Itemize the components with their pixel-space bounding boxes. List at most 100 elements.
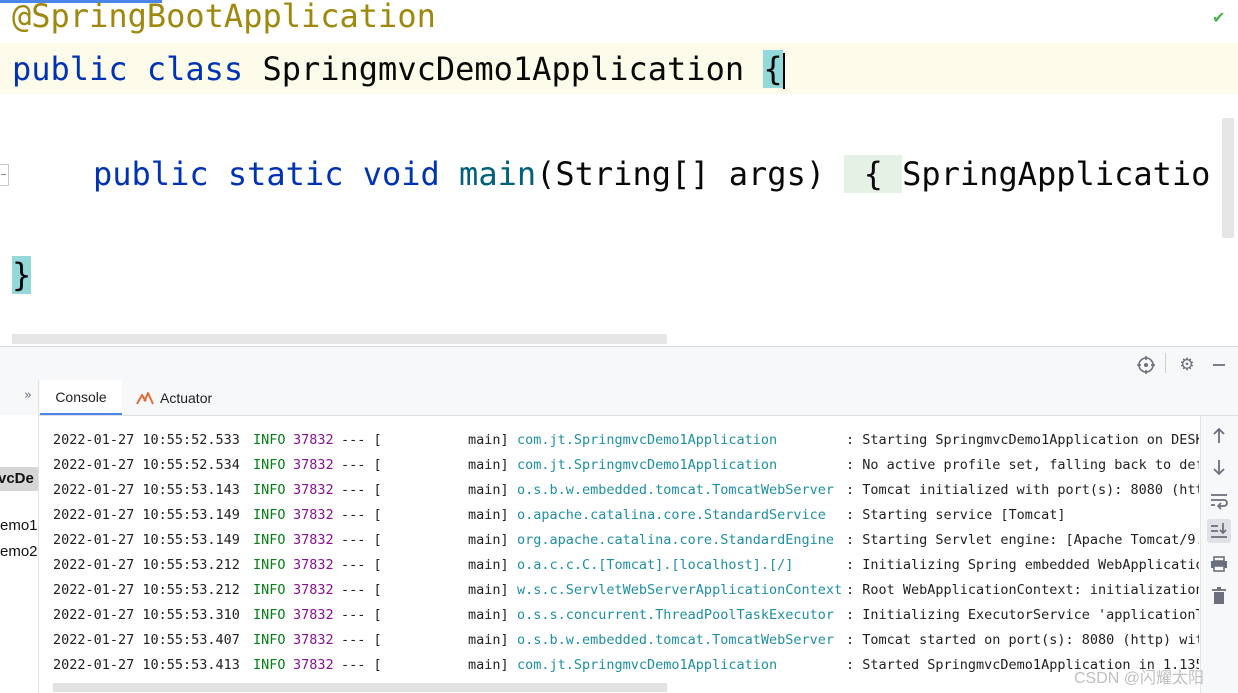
log-pid: 37832: [293, 557, 334, 573]
console-horizontal-scrollbar[interactable]: [53, 683, 667, 692]
log-thread: main]: [468, 432, 509, 448]
log-logger: o.s.b.w.embedded.tomcat.TomcatWebServer: [517, 482, 834, 498]
console-output[interactable]: 2022-01-27 10:55:52.533 INFO 37832 --- [ mai…: [39, 416, 1199, 693]
method-body-preview: SpringApplicatio: [902, 155, 1211, 193]
log-level: INFO: [253, 532, 286, 548]
expand-chevron-icon[interactable]: »: [24, 388, 38, 403]
tree-item-demo2[interactable]: emo2: [0, 543, 38, 560]
log-pid: 37832: [293, 457, 334, 473]
tree-item-selected[interactable]: vcDe: [0, 467, 38, 491]
log-separator: --- [: [341, 507, 382, 523]
log-pid: 37832: [293, 532, 334, 548]
locate-icon[interactable]: [1136, 355, 1156, 375]
down-arrow-icon[interactable]: [1207, 455, 1231, 479]
log-message: : Root WebApplicationContext: initializa…: [846, 582, 1199, 598]
open-brace: {: [763, 50, 783, 88]
method-name: main: [459, 155, 537, 193]
log-pid: 37832: [293, 632, 334, 648]
log-separator: --- [: [341, 632, 382, 648]
log-pid: 37832: [293, 657, 334, 673]
log-level: INFO: [253, 582, 286, 598]
main-method-line: public static void main(String[] args) {…: [93, 154, 1210, 194]
log-timestamp: 2022-01-27 10:55:53.212: [53, 582, 240, 598]
print-icon[interactable]: [1207, 552, 1231, 576]
log-level: INFO: [253, 557, 286, 573]
log-logger: w.s.c.ServletWebServerApplicationContext: [517, 582, 843, 598]
log-separator: --- [: [341, 557, 382, 573]
log-separator: --- [: [341, 607, 382, 623]
log-timestamp: 2022-01-27 10:55:53.310: [53, 607, 240, 623]
log-message: : Tomcat started on port(s): 8080 (http)…: [846, 632, 1199, 648]
log-timestamp: 2022-01-27 10:55:53.407: [53, 632, 240, 648]
tab-actuator-label: Actuator: [160, 389, 213, 406]
annotation-line: @SpringBootApplication: [12, 0, 436, 35]
log-message: : No active profile set, falling back to…: [846, 457, 1199, 473]
keyword-public: public: [12, 50, 128, 88]
log-thread: main]: [468, 507, 509, 523]
log-level: INFO: [253, 657, 286, 673]
fold-toggle-icon[interactable]: [0, 164, 9, 186]
log-timestamp: 2022-01-27 10:55:53.212: [53, 557, 240, 573]
run-toolwindow-header: ⚙: [0, 346, 1238, 381]
log-timestamp: 2022-01-27 10:55:52.533: [53, 432, 240, 448]
tab-console[interactable]: Console: [40, 380, 122, 415]
log-thread: main]: [468, 632, 509, 648]
class-name: SpringmvcDemo1Application: [262, 50, 745, 88]
log-pid: 37832: [293, 607, 334, 623]
log-separator: --- [: [341, 532, 382, 548]
scroll-to-end-icon[interactable]: [1207, 519, 1231, 543]
soft-wrap-icon[interactable]: [1207, 488, 1231, 512]
check-icon[interactable]: ✔: [1212, 10, 1228, 26]
keyword-class: class: [146, 50, 244, 88]
tree-item-demo1[interactable]: emo1: [0, 517, 38, 534]
log-thread: main]: [468, 457, 509, 473]
run-tabs: » Console Actuator: [0, 380, 1238, 416]
gear-icon[interactable]: ⚙: [1177, 355, 1197, 375]
keyword-static: static: [227, 155, 344, 193]
log-thread: main]: [468, 657, 509, 673]
log-message: : Starting service [Tomcat]: [846, 507, 1066, 523]
close-brace-line: }: [12, 255, 32, 295]
log-message: : Tomcat initialized with port(s): 8080 …: [846, 482, 1199, 498]
log-level: INFO: [253, 507, 286, 523]
log-level: INFO: [253, 432, 286, 448]
header-divider: [1165, 353, 1166, 373]
code-editor[interactable]: @SpringBootApplication public class Spri…: [0, 0, 1238, 346]
log-logger: o.s.s.concurrent.ThreadPoolTaskExecutor: [517, 607, 834, 623]
log-level: INFO: [253, 632, 286, 648]
log-message: : Initializing Spring embedded WebApplic…: [846, 557, 1199, 573]
editor-horizontal-scrollbar[interactable]: [12, 334, 667, 344]
log-pid: 37832: [293, 482, 334, 498]
log-thread: main]: [468, 557, 509, 573]
log-message: : Starting SpringmvcDemo1Application on …: [846, 432, 1199, 448]
log-separator: --- [: [341, 582, 382, 598]
log-timestamp: 2022-01-27 10:55:52.534: [53, 457, 240, 473]
method-params: (String[] args): [536, 155, 826, 193]
trash-icon[interactable]: [1207, 584, 1231, 608]
actuator-icon: [136, 391, 154, 404]
tab-actuator[interactable]: Actuator: [136, 380, 212, 415]
log-logger: com.jt.SpringmvcDemo1Application: [517, 457, 778, 473]
log-thread: main]: [468, 582, 509, 598]
keyword-public: public: [93, 155, 209, 193]
up-arrow-icon[interactable]: [1207, 424, 1231, 448]
log-timestamp: 2022-01-27 10:55:53.413: [53, 657, 240, 673]
log-logger: com.jt.SpringmvcDemo1Application: [517, 432, 778, 448]
log-timestamp: 2022-01-27 10:55:53.149: [53, 507, 240, 523]
editor-vertical-scrollbar[interactable]: [1222, 118, 1234, 238]
minimize-icon[interactable]: [1209, 355, 1229, 375]
log-separator: --- [: [341, 432, 382, 448]
folded-brace[interactable]: {: [844, 155, 903, 193]
services-tree: vcDe emo1 emo2: [0, 415, 38, 693]
console-toolbar: [1200, 416, 1238, 693]
log-pid: 37832: [293, 507, 334, 523]
log-timestamp: 2022-01-27 10:55:53.149: [53, 532, 240, 548]
close-brace: }: [12, 256, 32, 294]
keyword-void: void: [362, 155, 440, 193]
log-level: INFO: [253, 457, 286, 473]
log-message: : Starting Servlet engine: [Apache Tomca…: [846, 532, 1199, 548]
class-declaration-line: public class SpringmvcDemo1Application {: [12, 49, 785, 89]
log-logger: org.apache.catalina.core.StandardEngine: [517, 532, 834, 548]
log-timestamp: 2022-01-27 10:55:53.143: [53, 482, 240, 498]
log-level: INFO: [253, 607, 286, 623]
